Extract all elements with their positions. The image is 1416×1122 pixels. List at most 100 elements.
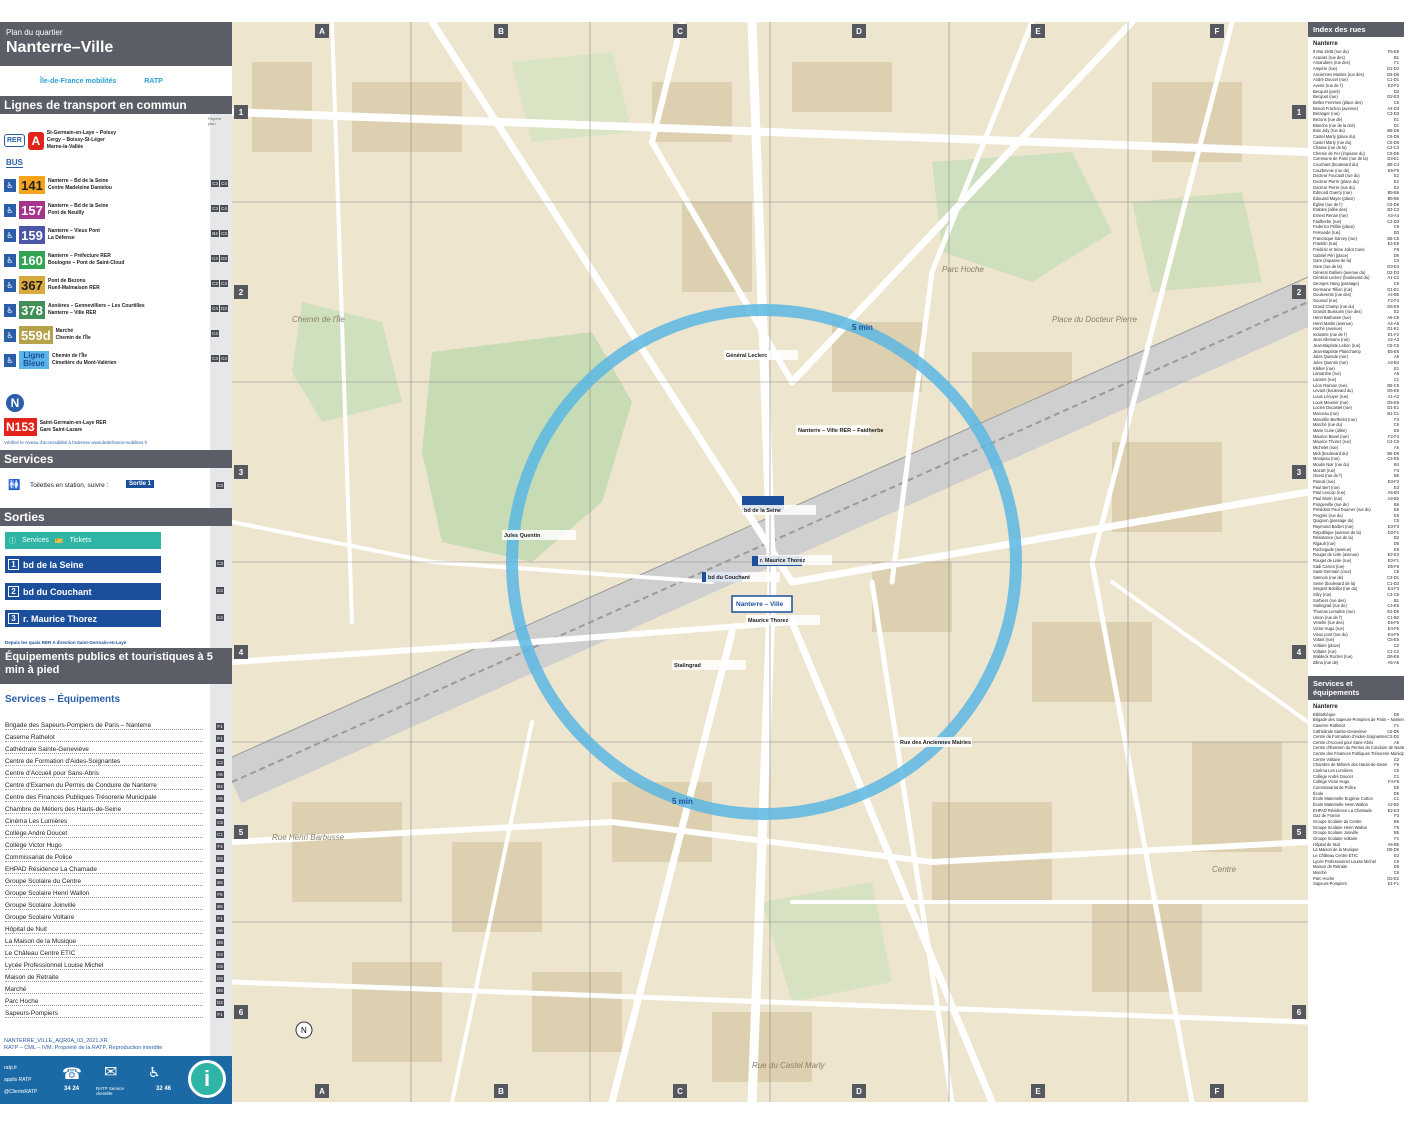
noctilien-row[interactable]: N153 Saint-Germain-en-Laye RER Gare Sain… (4, 418, 106, 436)
bus-stop-label[interactable]: Maurice Thorez (748, 618, 789, 624)
exit-number: 2 (8, 586, 19, 597)
contact-web[interactable]: ratp.fr (4, 1062, 37, 1074)
street-index-row[interactable]: Zilina (rue de) A5-A6 (1308, 660, 1404, 666)
services-section-title: Services (0, 450, 232, 468)
bus-line-badge: 559d (19, 326, 53, 344)
equipment-ref: F1 (216, 1011, 224, 1018)
block (1092, 902, 1202, 992)
equipment-item[interactable]: Centre d'Examen du Permis de Conduire de… (5, 782, 203, 790)
equipment-item[interactable]: Groupe Scolaire Joinville (5, 902, 203, 910)
bus-dest-1: Nanterre – Bd de la Seine (48, 178, 109, 184)
equipment-item[interactable]: Collège André Doucet (5, 830, 203, 838)
service-ref: E1-F1 (1387, 881, 1399, 887)
equipment-ref: F1 (216, 735, 224, 742)
bus-stop-label[interactable]: bd du Couchant (708, 575, 750, 581)
services-label: Services (22, 537, 49, 544)
bus-dest-2: Cimetière du Mont-Valérien (52, 360, 117, 366)
bus-line-row[interactable]: ♿ 367 Pont de Bezons Rueil-Malmaison RER (4, 276, 100, 294)
equipment-ref: D2 (216, 999, 224, 1006)
bus-stop-label[interactable]: bd de la Seine (744, 508, 781, 514)
equipment-item[interactable]: Centre de Formation d'Aides-Soignantes (5, 758, 203, 766)
equipment-item[interactable]: Hôpital de Nuit (5, 926, 203, 934)
bus-line-row[interactable]: ♿ 378 Asnières – Gennevilliers – Les Court… (4, 301, 145, 319)
grid-row-label-right: 1 (1292, 105, 1306, 119)
right-panel: Index des rues Nanterre 8 Mai 1945 (rue … (1308, 22, 1404, 1102)
exit-row[interactable]: 1 bd de la Seine (5, 556, 161, 573)
place-label: Chemin de l'Île (292, 315, 345, 324)
equipment-ref: C2 (216, 759, 224, 766)
bus-stop-label[interactable]: Général Leclerc (726, 353, 767, 359)
bus-line-row[interactable]: ♿ 141 Nanterre – Bd de la Seine Centre Made… (4, 176, 112, 194)
rer-icon: RER (4, 134, 25, 147)
exit-row[interactable]: 2 bd du Couchant (5, 583, 161, 600)
station-label: Nanterre – Ville (736, 601, 784, 608)
grid-column-label-bottom: F (1210, 1084, 1224, 1098)
bus-line-row[interactable]: ♿ 159 Nanterre – Vieux Pont La Défense (4, 226, 100, 244)
equipment-ref: D6 (216, 975, 224, 982)
bus-stop-label[interactable]: Nanterre – Ville RER – Faidherbe (798, 428, 884, 434)
bus-stop-label[interactable]: Jules Quentin (504, 533, 541, 539)
rer-a-row[interactable]: RER A St-Germain-en-Laye – Poissy Cergy … (4, 130, 116, 151)
contact-service[interactable]: RATP Service clientèle (96, 1086, 140, 1096)
bus-stop-label[interactable]: Stalingrad (674, 663, 701, 669)
equipment-item[interactable]: Chambre de Métiers des Hauts-de-Seine (5, 806, 203, 814)
bus-dest-2: Rueil-Malmaison RER (48, 285, 100, 291)
equipment-item[interactable]: Marché (5, 986, 203, 994)
equipment-item[interactable]: Sapeurs-Pompiers (5, 1010, 203, 1018)
wheelchair-icon: ♿ (4, 353, 16, 367)
equipment-item[interactable]: Groupe Scolaire du Centre (5, 878, 203, 886)
equipment-item[interactable]: EHPAD Résidence La Chamade (5, 866, 203, 874)
equipment-item[interactable]: Cinéma Les Lumières (5, 818, 203, 826)
footer-copyright: RATP – CML – IVM. Propriété de la RATP. … (4, 1045, 163, 1051)
map-svg[interactable]: 5 min 5 min Nanterre – Ville N Chemin de… (232, 22, 1308, 1102)
bus-stop-label[interactable]: r. Maurice Thorez (760, 558, 805, 564)
bus-line-row[interactable]: ♿ Ligne Bleue Chemin de l'Île Cimetière du … (4, 351, 116, 369)
park-east (1132, 192, 1262, 292)
bus-dest-1: Asnières – Gennevilliers – Les Courtille… (48, 303, 145, 309)
bus-destinations: Nanterre – Bd de la Seine Centre Madelein… (48, 178, 112, 192)
equipment-item[interactable]: Le Château Centre ETIC (5, 950, 203, 958)
equipment-item[interactable]: Centre des Finances Publiques Trésorerie… (5, 794, 203, 802)
block (532, 972, 622, 1052)
grid-column-label-bottom: A (315, 1084, 329, 1098)
bus-ref: D3 (220, 305, 228, 312)
bus-line-row[interactable]: ♿ 160 Nanterre – Préfecture RER Boulogne – … (4, 251, 124, 269)
bus-line-row[interactable]: ♿ 157 Nanterre – Bd de la Seine Pont de Neu… (4, 201, 108, 219)
n153-dest-1: Saint-Germain-en-Laye RER (39, 420, 107, 426)
equipment-item[interactable]: Lycée Professionnel Louise Michel (5, 962, 203, 970)
exit-ref: C4 (216, 587, 224, 594)
ticket-icon: 🎫 (54, 537, 64, 545)
contact-apps[interactable]: applis RATP (4, 1074, 37, 1086)
equipment-item[interactable]: Parc Hoche (5, 998, 203, 1006)
contact-links[interactable]: ratp.fr applis RATP @ClientsRATP (4, 1062, 37, 1098)
phone-icon: ☎ (62, 1066, 82, 1083)
bus-line-badge: 159 (19, 226, 45, 244)
exit-number: 1 (8, 559, 19, 570)
bus-stop-label[interactable]: Rue des Anciennes Mairies (900, 740, 971, 746)
equipment-ref: D5 (216, 939, 224, 946)
equipment-item[interactable]: Commissariat de Police (5, 854, 203, 862)
street-index-city: Nanterre (1313, 41, 1338, 47)
contact-bar: ratp.fr applis RATP @ClientsRATP ☎ 34 24… (0, 1056, 232, 1104)
service-index-row[interactable]: Sapeurs-Pompiers E1-F1 (1308, 881, 1404, 887)
equipment-item[interactable]: La Maison de la Musique (5, 938, 203, 946)
equipment-item[interactable]: Groupe Scolaire Voltaire (5, 914, 203, 922)
equipment-item[interactable]: Caserne Rathelot (5, 734, 203, 742)
bus-line-badge: 141 (19, 176, 45, 194)
contact-phone-1[interactable]: 34 24 (64, 1086, 79, 1092)
equipment-item[interactable]: Groupe Scolaire Henri Wallon (5, 890, 203, 898)
equipment-item[interactable]: Brigade des Sapeurs-Pompiers de Paris – … (5, 722, 203, 730)
bus-ref: D3 (220, 255, 228, 262)
equipment-item[interactable]: Cathédrale Sainte-Geneviève (5, 746, 203, 754)
neighbourhood-map[interactable]: 5 min 5 min Nanterre – Ville N Chemin de… (232, 22, 1308, 1102)
equipment-item[interactable]: Centre d'Accueil pour Sans-Abris (5, 770, 203, 778)
block (712, 1012, 812, 1082)
equipment-item[interactable]: Maison de Retraite (5, 974, 203, 982)
contact-twitter[interactable]: @ClientsRATP (4, 1086, 37, 1098)
bus-line-row[interactable]: ♿ 559d Marché Chemin de l'Île (4, 326, 91, 344)
exit-ref: C4 (216, 614, 224, 621)
equipment-item[interactable]: Collège Victor Hugo (5, 842, 203, 850)
exit-row[interactable]: 3 r. Maurice Thorez (5, 610, 161, 627)
contact-phone-2[interactable]: 32 46 (156, 1086, 171, 1092)
block (792, 62, 892, 112)
